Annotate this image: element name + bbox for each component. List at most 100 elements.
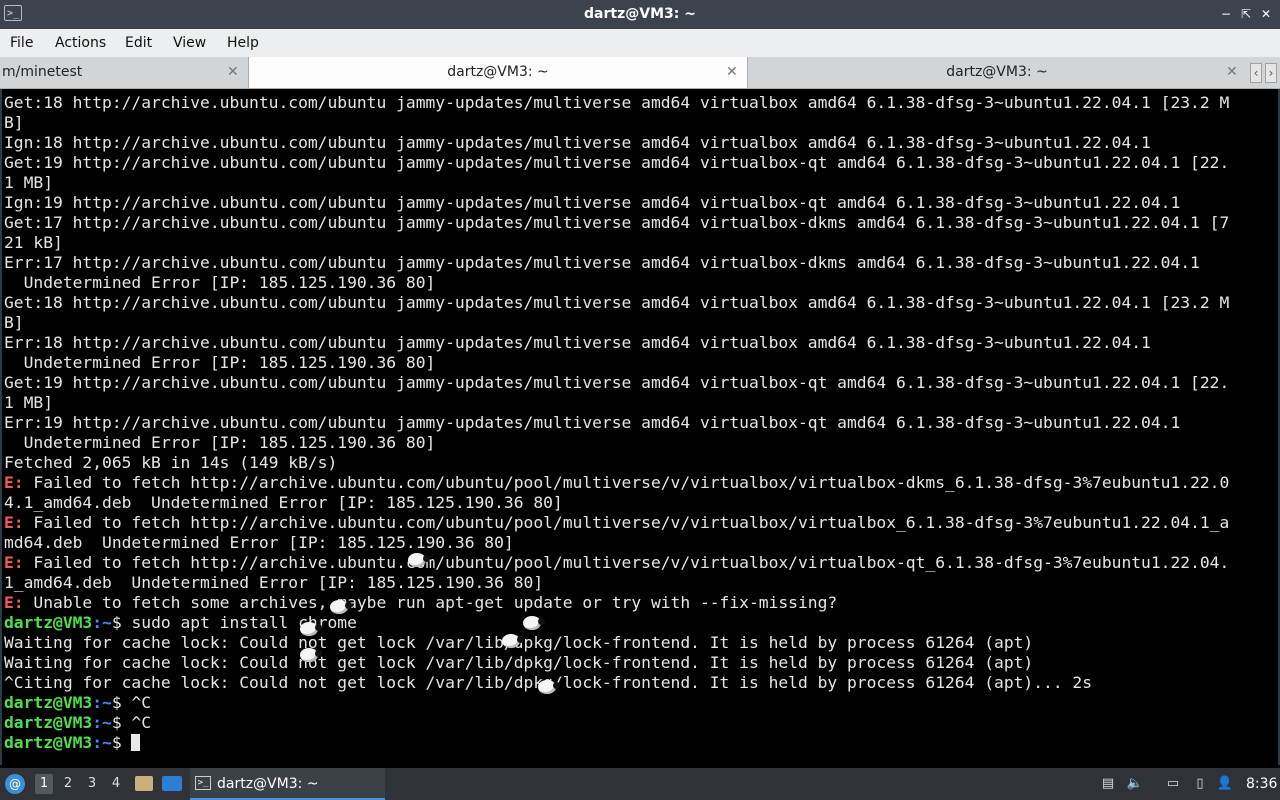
file-manager-folder-icon[interactable] bbox=[135, 776, 153, 791]
line-text: Get:19 http://archive.ubuntu.com/ubuntu … bbox=[4, 153, 1230, 172]
window-titlebar[interactable]: >_ dartz@VM3: ~ − ⇱ ✕ bbox=[0, 0, 1280, 29]
line-text: Err:17 http://archive.ubuntu.com/ubuntu … bbox=[4, 253, 1200, 272]
workspace-1[interactable]: 1 bbox=[35, 774, 53, 794]
error-prefix: E: bbox=[4, 513, 24, 532]
workspace-4[interactable]: 4 bbox=[107, 774, 125, 794]
volume-icon[interactable]: 🔈 bbox=[1126, 775, 1144, 793]
maximize-button[interactable]: ⇱ bbox=[1238, 6, 1254, 22]
terminal-line: 21 kB] bbox=[4, 233, 63, 253]
line-text: Err:19 http://archive.ubuntu.com/ubuntu … bbox=[4, 413, 1181, 432]
line-text: 1_amd64.deb Undetermined Error [IP: 185.… bbox=[4, 573, 544, 592]
menu-actions[interactable]: Actions bbox=[55, 29, 106, 57]
line-text: Get:19 http://archive.ubuntu.com/ubuntu … bbox=[4, 373, 1230, 392]
terminal-line: dartz@VM3:~$ ^C bbox=[4, 713, 151, 733]
prompt-separator: : bbox=[92, 713, 103, 732]
line-text: Undetermined Error [IP: 185.125.190.36 8… bbox=[4, 273, 436, 292]
terminal-line: Undetermined Error [IP: 185.125.190.36 8… bbox=[4, 433, 436, 453]
workspace-3[interactable]: 3 bbox=[83, 774, 101, 794]
line-text: $ bbox=[111, 733, 132, 752]
terminal-line: E: Failed to fetch http://archive.ubuntu… bbox=[4, 473, 1229, 493]
menu-bar: File Actions Edit View Help bbox=[0, 29, 1280, 58]
package-updates-icon[interactable]: ▤ bbox=[1099, 775, 1117, 793]
menu-edit[interactable]: Edit bbox=[125, 29, 152, 57]
terminal-line: Get:17 http://archive.ubuntu.com/ubuntu … bbox=[4, 213, 1229, 233]
taskbar-task-terminal[interactable]: >_ dartz@VM3: ~ bbox=[190, 768, 385, 800]
line-text: $ ^C bbox=[111, 693, 152, 712]
sheep-pet-icon bbox=[300, 648, 322, 662]
tab-minetest[interactable]: m/minetest ✕ bbox=[0, 57, 248, 88]
menu-view[interactable]: View bbox=[173, 29, 206, 57]
tab-scroll-right-icon[interactable]: › bbox=[1265, 63, 1277, 83]
window-title: dartz@VM3: ~ bbox=[584, 6, 696, 22]
line-text: 1 MB] bbox=[4, 393, 54, 412]
prompt-path: ~ bbox=[102, 713, 112, 732]
line-text: Fetched 2,065 kB in 14s (149 kB/s) bbox=[4, 453, 338, 472]
terminal-line: Err:17 http://archive.ubuntu.com/ubuntu … bbox=[4, 253, 1200, 273]
terminal-line: B] bbox=[4, 313, 24, 333]
clipboard-icon[interactable]: ▯ bbox=[1191, 775, 1209, 793]
tab-label: dartz@VM3: ~ bbox=[946, 64, 1048, 80]
terminal-line: Err:18 http://archive.ubuntu.com/ubuntu … bbox=[4, 333, 1151, 353]
tab-active-terminal[interactable]: dartz@VM3: ~ ✕ bbox=[248, 57, 748, 88]
line-text: 21 kB] bbox=[4, 233, 63, 252]
prompt-separator: : bbox=[92, 613, 103, 632]
sheep-pet-icon bbox=[300, 622, 322, 636]
prompt-user: dartz@VM3 bbox=[4, 713, 93, 732]
close-button[interactable]: ✕ bbox=[1258, 6, 1274, 22]
clock[interactable]: 8:36 bbox=[1246, 768, 1277, 800]
sheep-pet-icon bbox=[408, 553, 430, 567]
sheep-pet-icon bbox=[330, 600, 352, 614]
menu-file[interactable]: File bbox=[10, 29, 33, 57]
line-text: B] bbox=[4, 313, 24, 332]
tab-close-icon[interactable]: ✕ bbox=[227, 57, 239, 87]
terminal-line: Ign:19 http://archive.ubuntu.com/ubuntu … bbox=[4, 193, 1180, 213]
error-prefix: E: bbox=[4, 473, 24, 492]
line-text: Undetermined Error [IP: 185.125.190.36 8… bbox=[4, 353, 436, 372]
sheep-pet-icon bbox=[538, 680, 560, 694]
error-prefix: E: bbox=[4, 553, 24, 572]
display-icon[interactable]: ▭ bbox=[1164, 775, 1182, 793]
minimize-button[interactable]: − bbox=[1218, 6, 1234, 22]
terminal-task-icon: >_ bbox=[195, 776, 211, 790]
terminal-line: Waiting for cache lock: Could not get lo… bbox=[4, 653, 1033, 673]
show-desktop-icon[interactable] bbox=[162, 776, 182, 791]
prompt-separator: : bbox=[92, 693, 103, 712]
tab-label: m/minetest bbox=[2, 64, 83, 80]
tab-close-icon[interactable]: ✕ bbox=[1226, 57, 1238, 87]
line-text: Get:17 http://archive.ubuntu.com/ubuntu … bbox=[4, 213, 1230, 232]
line-text: Waiting for cache lock: Could not get lo… bbox=[4, 653, 1034, 672]
terminal-line: 4.1_amd64.deb Undetermined Error [IP: 18… bbox=[4, 493, 563, 513]
terminal-line: E: Failed to fetch http://archive.ubuntu… bbox=[4, 553, 1229, 573]
prompt-user: dartz@VM3 bbox=[4, 613, 93, 632]
prompt-path: ~ bbox=[102, 613, 112, 632]
line-text: Err:18 http://archive.ubuntu.com/ubuntu … bbox=[4, 333, 1151, 352]
line-text: 4.1_amd64.deb Undetermined Error [IP: 18… bbox=[4, 493, 563, 512]
start-menu-swirl-icon[interactable]: @ bbox=[5, 774, 25, 794]
tab-scroll-left-icon[interactable]: ‹ bbox=[1250, 63, 1262, 83]
line-text: $ ^C bbox=[111, 713, 152, 732]
tab-close-icon[interactable]: ✕ bbox=[726, 57, 738, 87]
terminal-line: Get:19 http://archive.ubuntu.com/ubuntu … bbox=[4, 373, 1229, 393]
tab-bar: m/minetest ✕ dartz@VM3: ~ ✕ dartz@VM3: ~… bbox=[0, 57, 1280, 89]
line-text: Failed to fetch http://archive.ubuntu.co… bbox=[23, 473, 1230, 492]
menu-help[interactable]: Help bbox=[227, 29, 259, 57]
terminal-line: Fetched 2,065 kB in 14s (149 kB/s) bbox=[4, 453, 337, 473]
line-text: Unable to fetch some archives, maybe run… bbox=[23, 593, 838, 612]
line-text: Failed to fetch http://archive.ubuntu.co… bbox=[23, 513, 1230, 532]
line-text: 1 MB] bbox=[4, 173, 54, 192]
line-text: Ign:18 http://archive.ubuntu.com/ubuntu … bbox=[4, 133, 1151, 152]
terminal-output[interactable]: Get:18 http://archive.ubuntu.com/ubuntu … bbox=[0, 89, 1280, 765]
terminal-cursor bbox=[131, 734, 141, 751]
terminal-line: B] bbox=[4, 113, 24, 133]
terminal-line: Err:19 http://archive.ubuntu.com/ubuntu … bbox=[4, 413, 1180, 433]
terminal-line: md64.deb Undetermined Error [IP: 185.125… bbox=[4, 533, 514, 553]
prompt-path: ~ bbox=[102, 693, 112, 712]
prompt-separator: : bbox=[92, 733, 103, 752]
line-text: Get:18 http://archive.ubuntu.com/ubuntu … bbox=[4, 293, 1230, 312]
terminal-line: Get:18 http://archive.ubuntu.com/ubuntu … bbox=[4, 93, 1229, 113]
line-text: B] bbox=[4, 113, 24, 132]
tab-terminal-2[interactable]: dartz@VM3: ~ ✕ bbox=[748, 57, 1246, 88]
user-icon[interactable]: 👤 bbox=[1216, 775, 1234, 793]
workspace-2[interactable]: 2 bbox=[59, 774, 77, 794]
prompt-path: ~ bbox=[102, 733, 112, 752]
